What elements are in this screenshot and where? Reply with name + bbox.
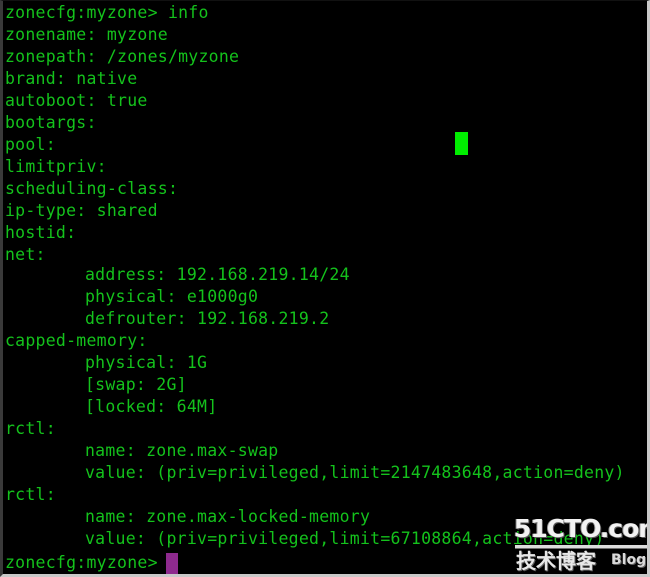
terminal-line: zonecfg:myzone> info	[5, 3, 209, 22]
terminal-line: capped-memory:	[5, 331, 148, 350]
terminal-line: ip-type: shared	[5, 201, 158, 220]
terminal-line: physical: e1000g0	[85, 287, 259, 306]
terminal-prompt-line: zonecfg:myzone>	[5, 553, 158, 572]
terminal-line: hostid:	[5, 223, 77, 242]
watermark-blog-label: Blog	[611, 552, 647, 568]
terminal-output-area[interactable]: zonecfg:myzone> info zonename: myzone zo…	[3, 1, 647, 574]
terminal-line: bootargs:	[5, 113, 97, 132]
highlight-block	[455, 132, 468, 155]
terminal-line: name: zone.max-swap	[85, 441, 279, 460]
terminal-line: [swap: 2G]	[85, 375, 187, 394]
terminal-line: physical: 1G	[85, 353, 208, 372]
terminal-line: zonepath: /zones/myzone	[5, 47, 240, 66]
terminal-line: address: 192.168.219.14/24	[85, 265, 350, 284]
terminal-line: defrouter: 192.168.219.2	[85, 309, 330, 328]
terminal-line: net:	[5, 245, 46, 264]
terminal-line: value: (priv=privileged,limit=2147483648…	[85, 463, 625, 482]
terminal-line: rctl:	[5, 485, 56, 504]
text-cursor[interactable]	[166, 553, 178, 574]
terminal-line: pool:	[5, 135, 56, 154]
terminal-line: [locked: 64M]	[85, 397, 218, 416]
watermark-subtitle: 技术博客	[516, 549, 596, 573]
terminal-window[interactable]: zonecfg:myzone> info zonename: myzone zo…	[0, 0, 650, 577]
terminal-line: zonename: myzone	[5, 25, 168, 44]
terminal-line: brand: native	[5, 69, 138, 88]
terminal-line: scheduling-class:	[5, 179, 179, 198]
terminal-line: value: (priv=privileged,limit=67108864,a…	[85, 529, 605, 548]
terminal-line: autoboot: true	[5, 91, 148, 110]
terminal-line: limitpriv:	[5, 157, 107, 176]
terminal-line: name: zone.max-locked-memory	[85, 507, 371, 526]
terminal-line: rctl:	[5, 419, 56, 438]
